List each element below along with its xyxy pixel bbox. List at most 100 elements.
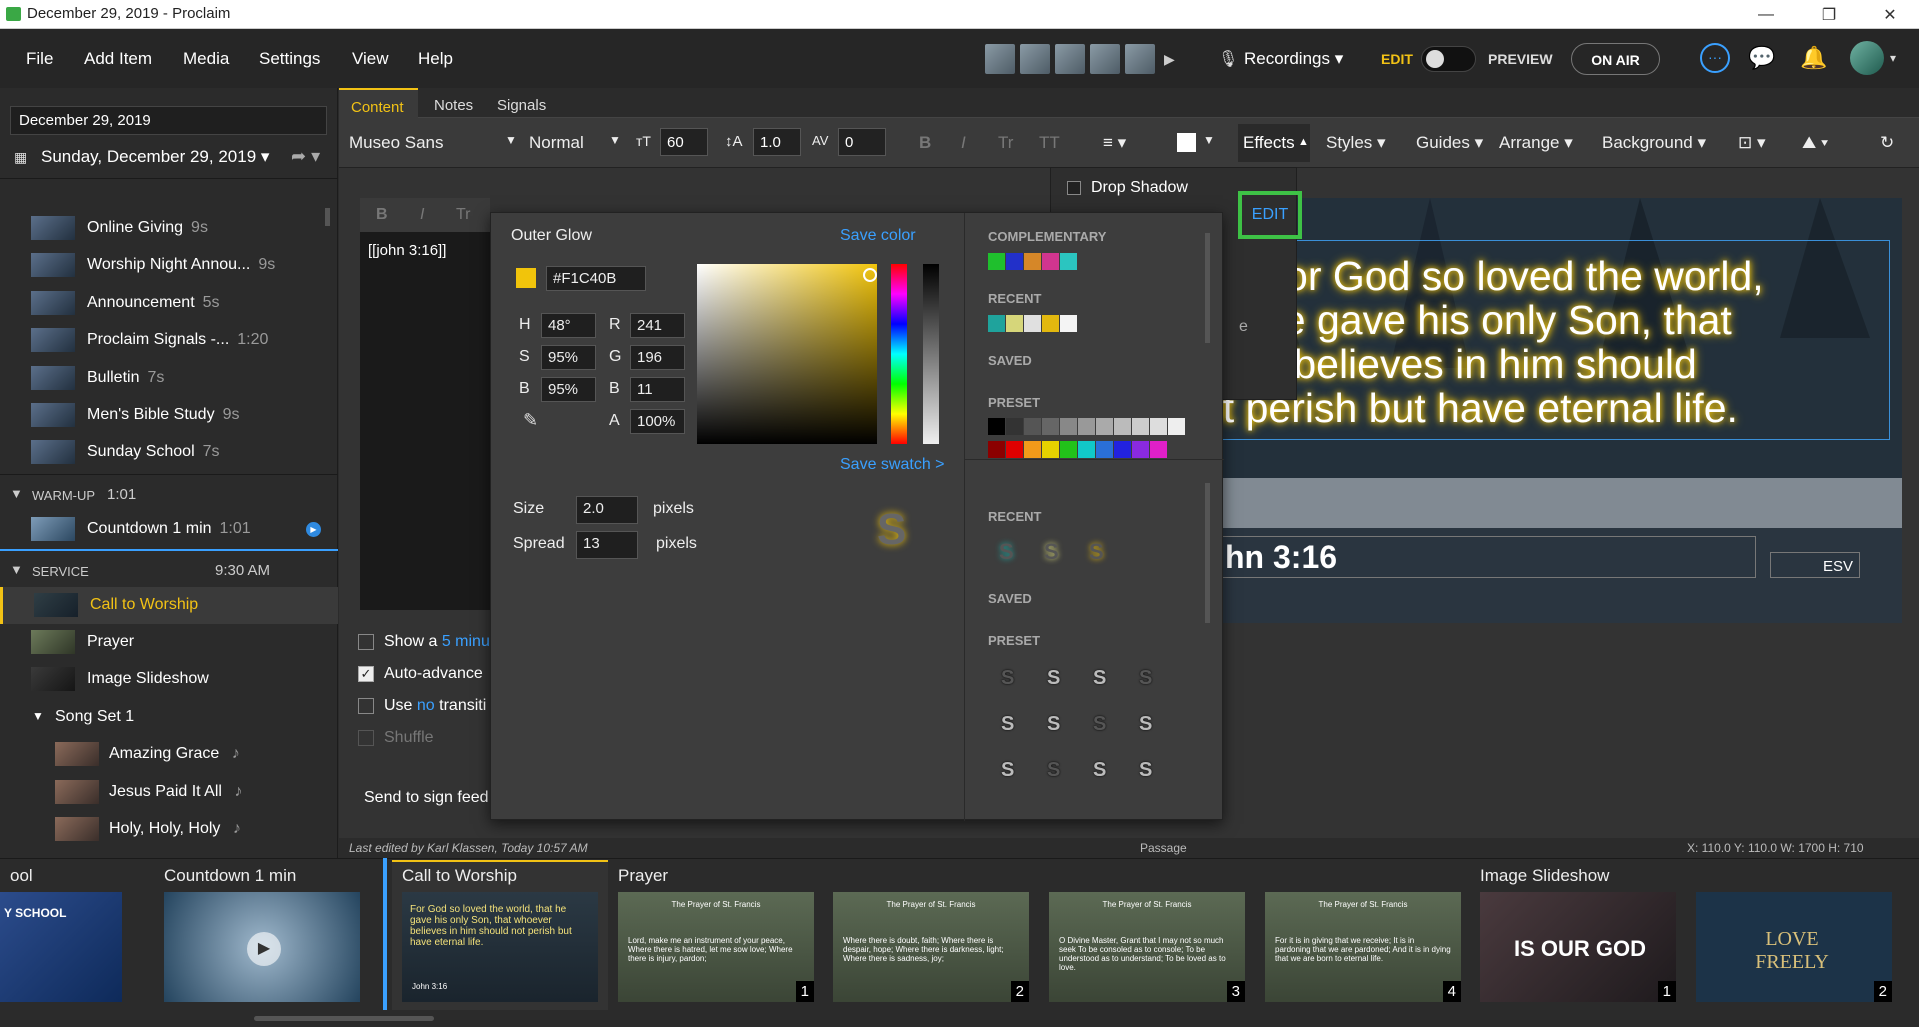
send-to-sign-feed-button[interactable]: Send to sign feed	[364, 789, 489, 807]
slide-thumbnail[interactable]: For God so loved the world, that he gave…	[402, 892, 598, 1002]
service-item[interactable]: Countdown 1 min 1:01 ▶	[0, 511, 338, 548]
song-item[interactable]: Jesus Paid It All ♪	[0, 774, 338, 811]
preset-color-swatch[interactable]	[1168, 418, 1185, 435]
saturation-brightness-picker[interactable]	[697, 264, 877, 444]
size-stepper[interactable]: 2.0	[576, 496, 638, 524]
preset-effect-swatch[interactable]: S	[1047, 713, 1060, 736]
complementary-color-swatch[interactable]	[1024, 253, 1041, 270]
close-icon[interactable]: ✕	[1861, 0, 1919, 29]
recent-color-swatch[interactable]	[1006, 315, 1023, 332]
edit-preview-toggle[interactable]	[1421, 46, 1476, 72]
picker-handle[interactable]	[863, 268, 877, 282]
saturation-input[interactable]: 95%	[541, 345, 596, 370]
preset-effect-swatch[interactable]: S	[1139, 667, 1152, 690]
font-chevron-down-icon[interactable]: ▼	[505, 133, 517, 147]
preset-color-swatch[interactable]	[1006, 418, 1023, 435]
service-item[interactable]: Prayer	[0, 624, 338, 661]
share-icon[interactable]: ➦ ▾	[291, 146, 320, 167]
preset-color-swatch[interactable]	[1114, 418, 1131, 435]
font-weight-dropdown[interactable]: Normal	[529, 133, 584, 153]
letter-spacing-stepper[interactable]: 0	[838, 128, 886, 156]
recent-effect-swatch[interactable]: S	[1044, 539, 1059, 565]
service-item[interactable]: Worship Night Annou... 9s	[0, 247, 338, 284]
service-item[interactable]: Image Slideshow	[0, 661, 338, 698]
service-item[interactable]: Announcement 5s	[0, 285, 338, 322]
preset-effect-swatch[interactable]: S	[1047, 667, 1060, 690]
warmup-section-header[interactable]: ▼ WARM-UP 1:01	[0, 478, 338, 512]
no-link[interactable]: no	[417, 697, 435, 714]
editor-bold-icon[interactable]: B	[376, 206, 388, 224]
collapse-chevron-icon[interactable]: ▼	[10, 486, 23, 501]
complementary-color-swatch[interactable]	[1006, 253, 1023, 270]
tab-signals[interactable]: Signals	[485, 88, 558, 118]
preset-color-swatch[interactable]	[1006, 441, 1023, 458]
preset-effect-swatch[interactable]: S	[1001, 759, 1014, 782]
verse-text-editor[interactable]: [[john 3:16]]	[360, 232, 490, 610]
preset-color-swatch[interactable]	[1078, 418, 1095, 435]
recordings-dropdown[interactable]: Recordings ▾	[1244, 49, 1343, 69]
preset-color-swatch[interactable]	[1096, 441, 1113, 458]
complementary-color-swatch[interactable]	[988, 253, 1005, 270]
restore-icon[interactable]: ❐	[1800, 0, 1858, 29]
complementary-color-swatch[interactable]	[1042, 253, 1059, 270]
preset-effect-swatch[interactable]: S	[1093, 667, 1106, 690]
service-item[interactable]: Online Giving 9s	[0, 210, 338, 247]
team-avatar[interactable]	[985, 44, 1015, 74]
filmstrip-scrollbar[interactable]	[254, 1016, 434, 1021]
font-size-stepper[interactable]: 60	[660, 128, 708, 156]
slide-thumbnail[interactable]: The Prayer of St. Francis Lord, make me …	[618, 892, 814, 1002]
service-item[interactable]: Men's Bible Study 9s	[0, 397, 338, 434]
tab-notes[interactable]: Notes	[422, 88, 485, 118]
preset-color-swatch[interactable]	[1150, 418, 1167, 435]
service-item[interactable]: Proclaim Signals -... 1:20	[0, 322, 338, 359]
recent-color-swatch[interactable]	[988, 315, 1005, 332]
service-date-dropdown[interactable]: Sunday, December 29, 2019 ▾	[41, 147, 269, 167]
song-set-header[interactable]: ▼ Song Set 1	[0, 699, 338, 736]
slide-thumbnail[interactable]: LOVE FREELY 2	[1696, 892, 1892, 1002]
preset-effect-swatch[interactable]: S	[1139, 759, 1152, 782]
spread-stepper[interactable]: 13	[576, 531, 638, 559]
red-input[interactable]: 241	[630, 313, 685, 338]
menu-help[interactable]: Help	[418, 49, 453, 69]
blue-input[interactable]: 11	[630, 377, 685, 402]
tab-content[interactable]: Content	[339, 88, 418, 118]
transition-checkbox[interactable]	[358, 698, 374, 714]
chat-icon[interactable]: 💬	[1748, 45, 1775, 71]
preset-effect-swatch[interactable]: S	[1139, 713, 1152, 736]
green-input[interactable]: 196	[630, 345, 685, 370]
shuffle-checkbox[interactable]	[358, 730, 374, 746]
preset-color-swatch[interactable]	[1150, 441, 1167, 458]
text-box-icon[interactable]: ⊡ ▾	[1738, 133, 1766, 153]
reference-box[interactable]: hn 3:16	[1220, 536, 1756, 578]
show-countdown-checkbox[interactable]	[358, 634, 374, 650]
menu-settings[interactable]: Settings	[259, 49, 320, 69]
drop-shadow-checkbox[interactable]	[1067, 181, 1081, 195]
text-color-swatch[interactable]	[1177, 133, 1196, 152]
hex-input[interactable]: #F1C40B	[546, 266, 646, 291]
avatar-chevron-down-icon[interactable]: ▾	[1890, 51, 1896, 65]
editor-format-icon[interactable]: Tr	[456, 206, 471, 224]
brightness-input[interactable]: 95%	[541, 377, 596, 402]
preset-color-swatch[interactable]	[1060, 418, 1077, 435]
preset-color-swatch[interactable]	[1096, 418, 1113, 435]
more-options-icon[interactable]: ···	[1700, 43, 1730, 73]
service-item[interactable]: Sunday School 7s	[0, 434, 338, 471]
small-caps-icon[interactable]: Tr	[998, 133, 1013, 153]
recent-effect-swatch[interactable]: S	[1089, 539, 1104, 565]
align-icon[interactable]: ≡ ▾	[1103, 133, 1126, 153]
palette-scrollbar[interactable]	[1205, 233, 1210, 343]
save-swatch-link[interactable]: Save swatch >	[840, 456, 945, 474]
image-icon[interactable]: ⛰ ▾	[1802, 133, 1828, 153]
effects-scrollbar[interactable]	[1205, 483, 1210, 623]
collapse-chevron-icon[interactable]: ▼	[10, 562, 23, 577]
auto-advance-checkbox[interactable]: ✓	[358, 666, 374, 682]
preset-color-swatch[interactable]	[1078, 441, 1095, 458]
preset-effect-swatch[interactable]: S	[1001, 667, 1014, 690]
color-chevron-down-icon[interactable]: ▼	[1203, 133, 1215, 147]
preset-effect-swatch[interactable]: S	[1093, 713, 1106, 736]
arrange-dropdown[interactable]: Arrange ▾	[1499, 133, 1573, 153]
preset-effect-swatch[interactable]: S	[1047, 759, 1060, 782]
menu-view[interactable]: View	[352, 49, 389, 69]
reset-icon[interactable]: ↻	[1880, 133, 1894, 153]
team-avatar[interactable]	[1055, 44, 1085, 74]
